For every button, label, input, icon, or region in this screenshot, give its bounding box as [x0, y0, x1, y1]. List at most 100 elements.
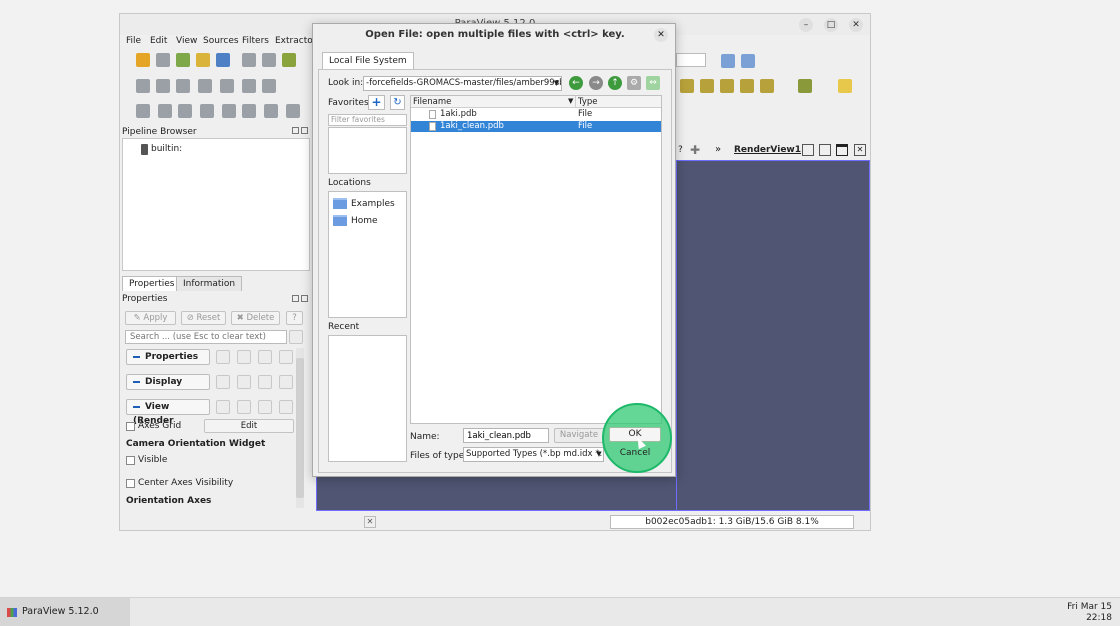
apply-button[interactable]: ✎ Apply — [125, 311, 176, 325]
zoom-closest-icon[interactable] — [741, 54, 755, 68]
calculator-icon[interactable] — [136, 104, 150, 118]
undo-icon[interactable] — [242, 53, 256, 67]
center-axes-checkbox[interactable] — [126, 479, 135, 488]
recent-list[interactable] — [328, 335, 407, 462]
settings-icon[interactable]: ⚙ — [627, 76, 641, 90]
menu-view[interactable]: View — [176, 36, 197, 46]
filter-favorites-input[interactable]: Filter favorites — [328, 114, 407, 126]
view-y-icon[interactable] — [220, 79, 234, 93]
python-icon[interactable] — [216, 53, 230, 67]
help-button[interactable]: ? — [286, 311, 303, 325]
redo-icon[interactable] — [262, 53, 276, 67]
slice-icon[interactable] — [200, 104, 214, 118]
tab-properties[interactable]: Properties — [122, 276, 182, 291]
save-icon[interactable] — [156, 53, 170, 67]
view-minus-z-icon[interactable] — [760, 79, 774, 93]
pipeline-browser[interactable]: builtin: — [122, 138, 310, 271]
file-row-selected[interactable]: 1aki_clean.pdb File — [411, 121, 661, 132]
add-favorite-icon[interactable]: + — [368, 95, 385, 110]
properties-close-icon[interactable] — [301, 295, 308, 302]
clock-time[interactable]: 22:18 — [1086, 613, 1112, 623]
back-icon[interactable]: ← — [569, 76, 583, 90]
clock-date[interactable]: Fri Mar 15 — [1067, 602, 1112, 612]
pipeline-root-item[interactable]: builtin: — [151, 144, 182, 154]
view-x-icon[interactable] — [198, 79, 212, 93]
render-view[interactable] — [676, 160, 870, 511]
section-display-button[interactable]: Display — [126, 374, 210, 390]
properties-undock-icon[interactable] — [292, 295, 299, 302]
tab-local-file-system[interactable]: Local File System — [322, 52, 414, 69]
stream-icon[interactable] — [286, 104, 300, 118]
paste-icon[interactable] — [237, 375, 251, 389]
axes-grid-checkbox[interactable] — [126, 422, 135, 431]
query-icon[interactable]: ? — [678, 145, 683, 155]
location-examples[interactable]: Examples — [333, 197, 395, 211]
reset-camera-icon[interactable] — [136, 79, 150, 93]
copy-icon[interactable] — [216, 350, 230, 364]
section-view-button[interactable]: View (Render — [126, 399, 210, 426]
forward-icon[interactable]: → — [589, 76, 603, 90]
more-icon[interactable]: » — [715, 144, 721, 155]
save-default-icon[interactable] — [279, 400, 293, 414]
rotate-icon[interactable] — [262, 79, 276, 93]
zoom-box-icon[interactable] — [176, 79, 190, 93]
chevron-down-icon[interactable]: ▼ — [594, 447, 604, 462]
time-spinbox[interactable] — [676, 53, 706, 67]
add-icon[interactable]: ✚ — [690, 143, 700, 157]
close-view-icon[interactable]: ✕ — [854, 144, 866, 156]
taskbar-paraview[interactable]: ParaView 5.12.0 — [0, 598, 130, 626]
cancel-button[interactable]: Cancel — [609, 446, 661, 461]
save-default-icon[interactable] — [279, 375, 293, 389]
undock-icon[interactable] — [292, 127, 299, 134]
zoom-icon[interactable] — [721, 54, 735, 68]
time-icon[interactable] — [282, 53, 296, 67]
clip-icon[interactable] — [178, 104, 192, 118]
glyph-icon[interactable] — [264, 104, 278, 118]
reset-button[interactable]: ⊘ Reset — [181, 311, 226, 325]
section-properties-button[interactable]: Properties — [126, 349, 210, 365]
connect-icon[interactable] — [196, 53, 210, 67]
open-icon[interactable] — [136, 53, 150, 67]
menu-filters[interactable]: Filters — [242, 36, 269, 46]
view-minus-x-icon[interactable] — [680, 79, 694, 93]
menu-file[interactable]: File — [126, 36, 141, 46]
interaction-mode-icon[interactable] — [798, 79, 812, 93]
contour-icon[interactable] — [158, 104, 172, 118]
restore-icon[interactable] — [258, 400, 272, 414]
view-z-icon[interactable] — [242, 79, 256, 93]
memory-inspector[interactable]: b002ec05adb1: 1.3 GiB/15.6 GiB 8.1% — [610, 515, 854, 529]
favorites-list[interactable] — [328, 127, 407, 174]
view-minus-y-icon[interactable] — [720, 79, 734, 93]
split-horizontal-icon[interactable] — [802, 144, 814, 156]
refresh-icon[interactable]: ↻ — [390, 95, 405, 110]
properties-search-input[interactable] — [125, 330, 287, 344]
column-divider[interactable] — [575, 96, 576, 108]
favorite-toggle-icon[interactable]: ⇔ — [646, 76, 660, 90]
load-state-icon[interactable] — [176, 53, 190, 67]
minimize-icon[interactable]: – — [799, 18, 813, 32]
look-in-combo[interactable]: -forcefields-GROMACS-master/files/amber9… — [363, 76, 562, 91]
close-icon[interactable]: ✕ — [849, 18, 863, 32]
maximize-icon[interactable]: □ — [824, 18, 838, 32]
restore-icon[interactable] — [258, 350, 272, 364]
column-filename[interactable]: Filename — [413, 97, 451, 107]
up-icon[interactable]: ↑ — [608, 76, 622, 90]
file-row[interactable]: 1aki.pdb File — [411, 109, 661, 120]
chevron-down-icon[interactable]: ▼ — [551, 76, 562, 91]
split-vertical-icon[interactable] — [819, 144, 831, 156]
paste-icon[interactable] — [237, 400, 251, 414]
paste-icon[interactable] — [237, 350, 251, 364]
menu-sources[interactable]: Sources — [203, 36, 239, 46]
column-type[interactable]: Type — [578, 97, 598, 107]
copy-icon[interactable] — [216, 375, 230, 389]
delete-button[interactable]: ✖ Delete — [231, 311, 280, 325]
axes-grid-edit-button[interactable]: Edit — [204, 419, 294, 433]
navigate-button[interactable]: Navigate — [554, 428, 604, 443]
view-plus-z-icon[interactable] — [740, 79, 754, 93]
dialog-close-icon[interactable]: ✕ — [654, 28, 668, 42]
scrollbar-thumb[interactable] — [296, 358, 304, 498]
render-view-label[interactable]: RenderView1 — [734, 145, 801, 155]
maximize-view-icon[interactable] — [836, 144, 848, 156]
visible-checkbox[interactable] — [126, 456, 135, 465]
restore-icon[interactable] — [258, 375, 272, 389]
